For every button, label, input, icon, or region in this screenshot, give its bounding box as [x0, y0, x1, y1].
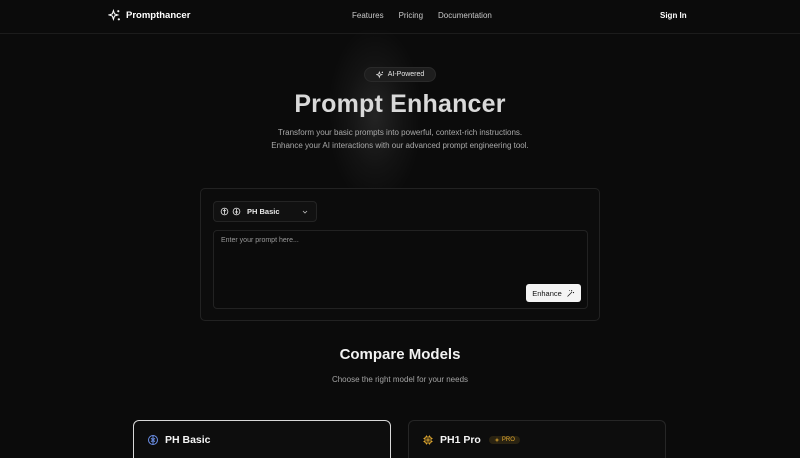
- nav-link-features[interactable]: Features: [352, 11, 384, 20]
- sign-in-button[interactable]: Sign In: [660, 11, 687, 20]
- model-select-dropdown[interactable]: PH Basic: [213, 201, 317, 222]
- enhance-button-label: Enhance: [532, 288, 562, 298]
- model-card-ph1-pro[interactable]: PH1 Pro PRO: [408, 420, 666, 458]
- brand-logo[interactable]: Prompthancer: [108, 9, 190, 22]
- compare-subtitle: Choose the right model for your needs: [331, 375, 469, 384]
- ai-powered-badge: AI-Powered: [364, 67, 436, 82]
- nav-link-documentation[interactable]: Documentation: [438, 11, 492, 20]
- sparkle-icon: [375, 70, 383, 78]
- badge-label: AI-Powered: [387, 71, 425, 78]
- chevron-down-icon: [302, 210, 308, 214]
- pro-badge: PRO: [488, 436, 520, 444]
- page-title: Prompt Enhancer: [294, 90, 506, 118]
- model-card-ph-basic[interactable]: PH Basic: [133, 420, 391, 458]
- compare-title: Compare Models: [339, 346, 461, 363]
- magic-wand-icon: [567, 289, 574, 297]
- enhance-button[interactable]: Enhance: [526, 284, 581, 302]
- model-card-title: PH Basic: [165, 434, 211, 446]
- chip-icon: [423, 435, 433, 445]
- page-subtitle: Transform your basic prompts into powerf…: [271, 128, 529, 150]
- main-nav: Features Pricing Documentation: [352, 11, 492, 20]
- brain-icon: [220, 207, 229, 216]
- top-navbar: Prompthancer Features Pricing Documentat…: [0, 0, 800, 34]
- brain-icon: [148, 435, 158, 445]
- sparkle-icon: [108, 9, 120, 22]
- sparkle-icon: [494, 437, 500, 443]
- model-select-label: PH Basic: [247, 207, 280, 216]
- model-card-title: PH1 Pro: [440, 434, 481, 446]
- brand-name: Prompthancer: [126, 10, 191, 21]
- brain-icon: [232, 207, 241, 216]
- pro-badge-label: PRO: [501, 437, 515, 443]
- prompt-card: PH Basic Enhance: [200, 188, 600, 321]
- nav-link-pricing[interactable]: Pricing: [399, 11, 423, 20]
